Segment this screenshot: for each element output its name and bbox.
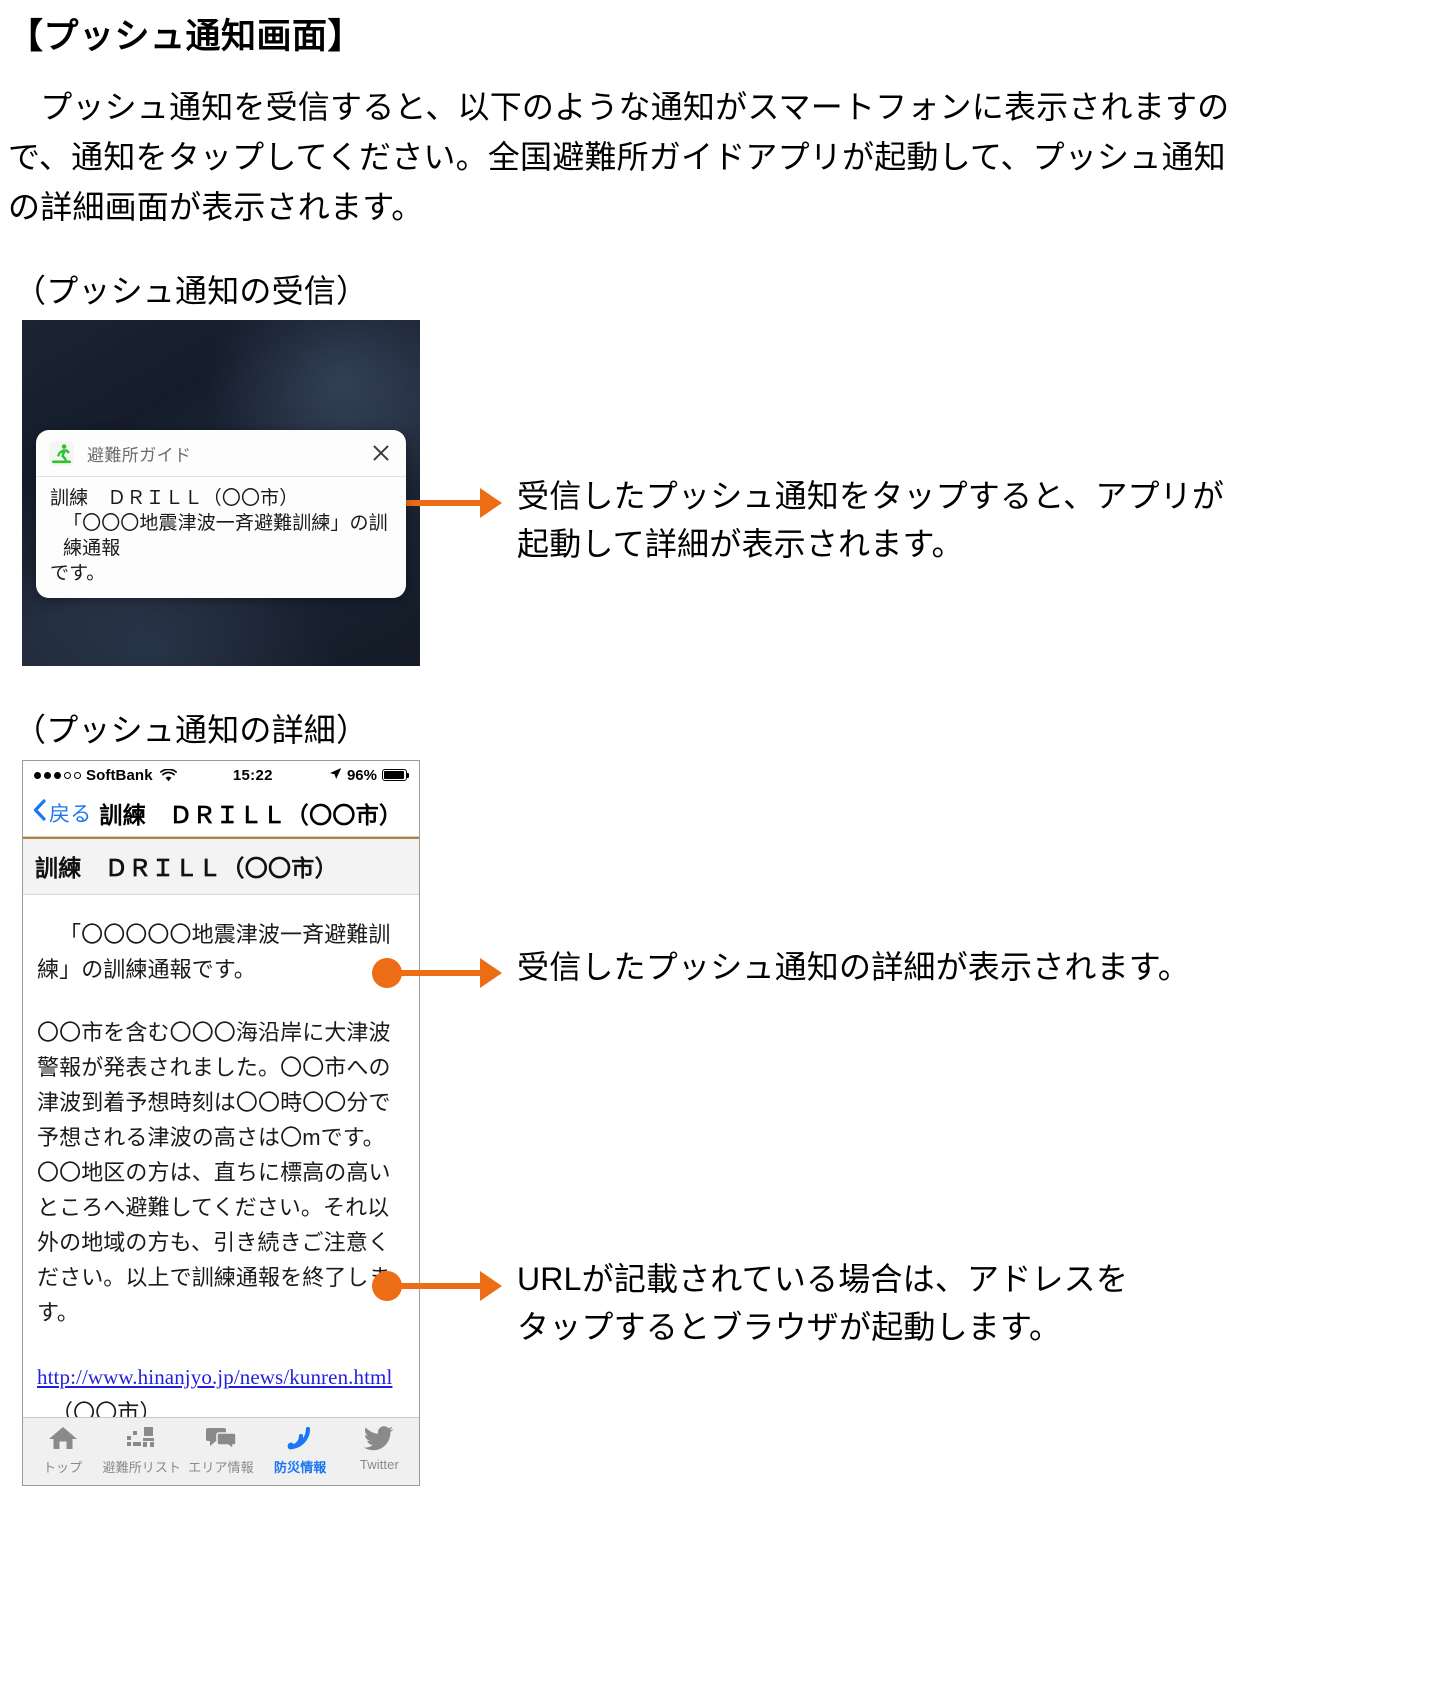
signal-dot-2 xyxy=(44,771,51,779)
callout-line xyxy=(400,1283,480,1289)
battery-icon xyxy=(382,769,409,781)
rss-feed-icon xyxy=(286,1423,314,1453)
detail-paragraph-2: 〇〇市を含む〇〇〇海沿岸に大津波警報が発表されました。〇〇市への津波到着予想時刻… xyxy=(37,1020,391,1150)
tab-area-info[interactable]: エリア情報 xyxy=(181,1423,260,1476)
signal-dot-3 xyxy=(54,771,61,779)
callout-dot-icon xyxy=(372,1271,402,1301)
bottom-tab-bar: トップ 避難所リスト エリア情報 防災情報 Twitter xyxy=(23,1417,419,1485)
back-button[interactable]: 戻る xyxy=(33,798,91,828)
home-icon xyxy=(48,1423,78,1453)
shelter-list-icon xyxy=(126,1423,158,1453)
intro-line-3: の詳細画面が表示されます。 xyxy=(8,189,424,225)
navigation-bar: 戻る 訓練 ＤＲＩＬＬ（〇〇市） xyxy=(23,789,419,837)
callout-dot-icon xyxy=(372,958,402,988)
twitter-bird-icon xyxy=(364,1423,394,1453)
location-arrow-icon xyxy=(329,767,342,784)
page-title: 【プッシュ通知画面】 xyxy=(8,17,364,56)
callout-arrowhead-icon xyxy=(480,488,502,518)
navigation-title: 訓練 ＤＲＩＬＬ（〇〇市） xyxy=(99,801,403,828)
tab-shelter-list-label: 避難所リスト xyxy=(102,1460,182,1475)
intro-paragraph: プッシュ通知を受信すると、以下のような通知がスマートフォンに表示されますの で、… xyxy=(8,82,1328,232)
callout-arrow-3 xyxy=(372,1271,502,1301)
tab-shelter-list[interactable]: 避難所リスト xyxy=(102,1423,181,1476)
section-label-notification-detail: （プッシュ通知の詳細） xyxy=(14,712,369,748)
detail-content: 「〇〇〇〇〇地震津波一斉避難訓練」の訓練通報です。 〇〇市を含む〇〇〇海沿岸に大… xyxy=(23,895,419,1430)
detail-screenshot: SoftBank 15:22 96% 戻る 訓練 ＤＲＩＬＬ（〇〇市） 訓練 Ｄ… xyxy=(22,760,420,1486)
notification-body: 訓練 ＤＲＩＬＬ（〇〇市） 「〇〇〇地震津波一斉避難訓練」の訓練通報 です。 xyxy=(36,477,406,598)
callout-1-line-2: 起動して詳細が表示されます。 xyxy=(517,526,964,562)
notification-header: 避難所ガイド xyxy=(36,430,406,477)
tab-disaster-info[interactable]: 防災情報 xyxy=(261,1423,340,1476)
tab-twitter-label: Twitter xyxy=(359,1457,399,1472)
back-button-label: 戻る xyxy=(49,802,92,826)
section-label-notification-received: （プッシュ通知の受信） xyxy=(14,273,369,309)
signal-dot-5 xyxy=(74,771,81,779)
tab-twitter[interactable]: Twitter xyxy=(340,1423,419,1472)
callout-arrowhead-icon xyxy=(480,1271,502,1301)
callout-line xyxy=(400,970,480,976)
callout-text-1: 受信したプッシュ通知をタップすると、アプリが 起動して詳細が表示されます。 xyxy=(517,472,1347,568)
callout-line xyxy=(400,500,480,506)
tab-area-info-label: エリア情報 xyxy=(188,1460,254,1475)
notification-body-line-2: 「〇〇〇地震津波一斉避難訓練」の訓練通報 xyxy=(63,513,388,559)
wifi-icon xyxy=(159,768,177,782)
battery-percent: 96% xyxy=(346,766,377,784)
callout-arrow-2 xyxy=(372,958,502,988)
notification-body-line-1: 訓練 ＤＲＩＬＬ（〇〇市） xyxy=(50,488,299,509)
signal-strength-dots xyxy=(34,771,81,779)
push-notification-card[interactable]: 避難所ガイド 訓練 ＤＲＩＬＬ（〇〇市） 「〇〇〇地震津波一斉避難訓練」の訓練通… xyxy=(36,430,406,598)
status-bar: SoftBank 15:22 96% xyxy=(23,761,419,789)
callout-1-line-1: 受信したプッシュ通知をタップすると、アプリが xyxy=(517,478,1225,514)
signal-dot-4 xyxy=(64,771,71,779)
signal-dot-1 xyxy=(34,771,41,779)
intro-line-1: プッシュ通知を受信すると、以下のような通知がスマートフォンに表示されますの xyxy=(8,89,1230,125)
detail-url-link[interactable]: http://www.hinanjyo.jp/news/kunren.html xyxy=(37,1360,392,1395)
speech-bubbles-icon xyxy=(205,1423,237,1453)
notification-screenshot: 避難所ガイド 訓練 ＤＲＩＬＬ（〇〇市） 「〇〇〇地震津波一斉避難訓練」の訓練通… xyxy=(22,320,420,666)
running-person-icon xyxy=(49,440,74,466)
callout-arrowhead-icon xyxy=(480,958,502,988)
notification-app-name: 避難所ガイド xyxy=(87,445,192,465)
chevron-left-icon xyxy=(33,799,46,826)
tab-top[interactable]: トップ xyxy=(23,1423,102,1476)
detail-title: 訓練 ＤＲＩＬＬ（〇〇市） xyxy=(23,837,419,895)
carrier-name: SoftBank xyxy=(86,766,153,784)
close-icon[interactable] xyxy=(370,442,392,464)
tab-disaster-info-label: 防災情報 xyxy=(274,1460,327,1475)
notification-body-line-3: です。 xyxy=(50,563,106,584)
intro-line-2: で、通知をタップしてください。全国避難所ガイドアプリが起動して、プッシュ通知 xyxy=(8,139,1226,175)
callout-3-line-1: URLが記載されている場合は、アドレスを xyxy=(517,1261,1129,1297)
callout-3-line-2: タップするとブラウザが起動します。 xyxy=(517,1309,1062,1345)
detail-paragraph-1: 「〇〇〇〇〇地震津波一斉避難訓練」の訓練通報です。 xyxy=(37,922,391,982)
tab-top-label: トップ xyxy=(42,1460,83,1475)
detail-paragraph-3: 〇〇地区の方は、直ちに標高の高いところへ避難してください。それ以外の地域の方も、… xyxy=(37,1160,391,1325)
callout-text-2: 受信したプッシュ通知の詳細が表示されます。 xyxy=(517,943,1347,991)
callout-text-3: URLが記載されている場合は、アドレスを タップするとブラウザが起動します。 xyxy=(517,1255,1347,1351)
status-bar-time: 15:22 xyxy=(232,766,273,784)
callout-2-line-1: 受信したプッシュ通知の詳細が表示されます。 xyxy=(517,949,1191,985)
status-bar-right: 96% xyxy=(329,766,409,784)
